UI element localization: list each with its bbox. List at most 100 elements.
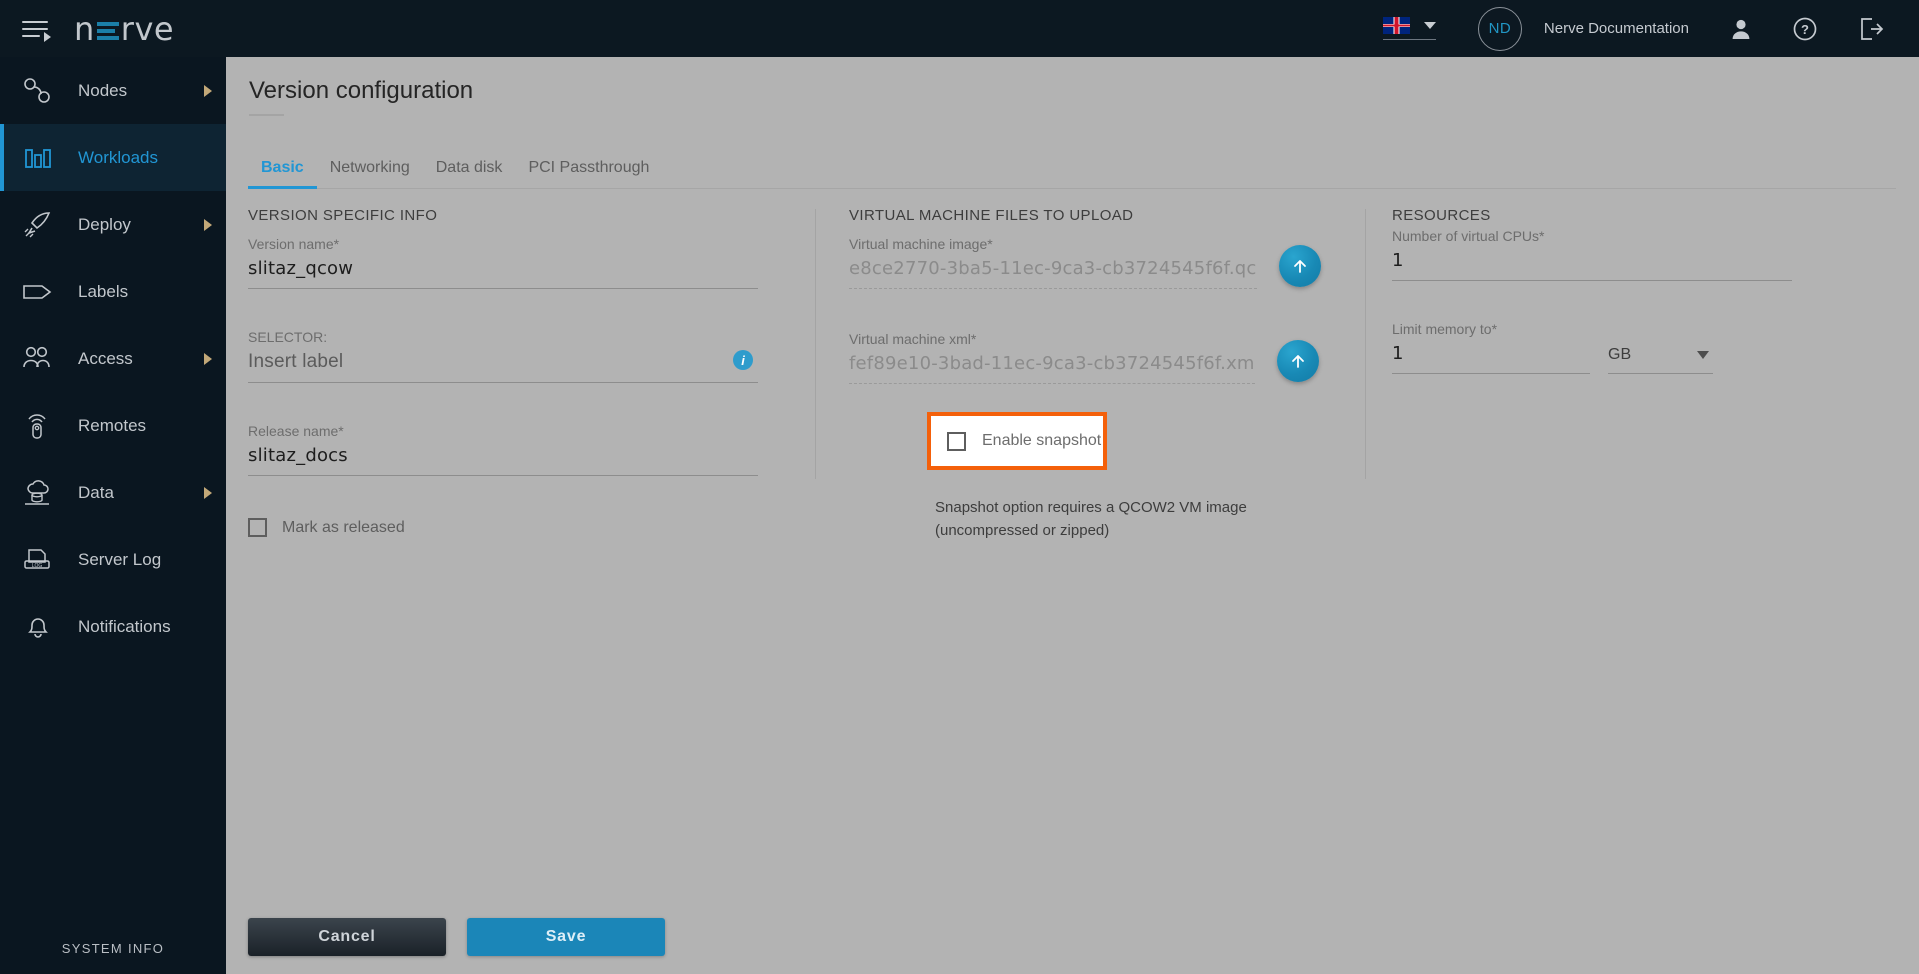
memory-field: Limit memory to* 1 GB [1392, 321, 1792, 374]
sidebar-item-nodes[interactable]: Nodes [0, 57, 226, 124]
sidebar-item-label: Deploy [78, 215, 131, 235]
sidebar-item-label: Server Log [78, 550, 161, 570]
menu-collapse-caret-icon [44, 32, 51, 42]
tab-basic[interactable]: Basic [248, 159, 317, 188]
sidebar-item-notifications[interactable]: Notifications [0, 593, 226, 660]
version-specific-info-section: VERSION SPECIFIC INFO Version name* slit… [248, 207, 758, 537]
vm-image-upload-row: Virtual machine image* e8ce2770-3ba5-11e… [849, 236, 1319, 289]
avatar-initials: ND [1489, 20, 1512, 37]
tab-pci-passthrough[interactable]: PCI Passthrough [515, 159, 662, 188]
sidebar-item-data[interactable]: Data [0, 459, 226, 526]
release-name-field: Release name* slitaz_docs [248, 423, 758, 476]
checkbox-box-icon [947, 432, 966, 451]
form-footer: Cancel Save [226, 904, 1919, 974]
enable-snapshot-label: Enable snapshot [982, 432, 1101, 450]
sidebar-item-remotes[interactable]: Remotes [0, 392, 226, 459]
uk-flag-icon [1383, 17, 1410, 34]
vm-image-field: Virtual machine image* e8ce2770-3ba5-11e… [849, 236, 1257, 289]
language-selector[interactable] [1383, 17, 1436, 40]
vcpu-input[interactable]: 1 [1392, 250, 1792, 281]
label-tag-icon [12, 278, 64, 306]
username-label: Nerve Documentation [1544, 20, 1689, 37]
person-icon[interactable] [1731, 18, 1751, 40]
page-title: Version configuration [249, 77, 473, 105]
chevron-right-icon [204, 85, 212, 97]
sidebar-item-label: Remotes [78, 416, 146, 436]
cancel-button[interactable]: Cancel [248, 918, 446, 956]
top-bar: n rve ND Nerve Documentation [0, 0, 1919, 57]
sidebar-item-label: Access [78, 349, 133, 369]
vm-xml-field: Virtual machine xml* fef89e10-3bad-11ec-… [849, 331, 1255, 384]
resources-section: RESOURCES Number of virtual CPUs* 1 Limi… [1392, 207, 1792, 414]
vm-xml-label: Virtual machine xml* [849, 331, 1255, 347]
tab-bar: Basic Networking Data disk PCI Passthrou… [248, 145, 1896, 189]
section-title: VIRTUAL MACHINE FILES TO UPLOAD [849, 207, 1319, 224]
release-name-input[interactable]: slitaz_docs [248, 445, 758, 476]
sidebar-item-label: Data [78, 483, 114, 503]
column-divider-1 [815, 209, 816, 479]
svg-text:?: ? [1801, 22, 1809, 37]
snapshot-note-line-2: (uncompressed or zipped) [935, 520, 1265, 543]
brand-e-glyph-icon [97, 22, 119, 40]
svg-text:LOG: LOG [32, 563, 43, 569]
chevron-right-icon [204, 487, 212, 499]
sidebar-item-label: Notifications [78, 617, 171, 637]
memory-unit-select[interactable]: GB [1608, 346, 1713, 374]
selector-label: SELECTOR: [248, 329, 758, 345]
upload-arrow-icon[interactable] [1277, 340, 1319, 382]
version-name-label: Version name* [248, 236, 758, 252]
sidebar-item-deploy[interactable]: Deploy [0, 191, 226, 258]
sidebar-item-server-log[interactable]: LOG Server Log [0, 526, 226, 593]
mark-as-released-checkbox[interactable]: Mark as released [248, 518, 758, 537]
vcpu-field: Number of virtual CPUs* 1 [1392, 228, 1792, 281]
page-title-underline [249, 114, 284, 116]
vm-image-input[interactable]: e8ce2770-3ba5-11ec-9ca3-cb3724545f6f.qc [849, 258, 1257, 289]
chevron-down-icon [1697, 351, 1709, 359]
version-name-input[interactable]: slitaz_qcow [248, 258, 758, 289]
vm-xml-upload-row: Virtual machine xml* fef89e10-3bad-11ec-… [849, 331, 1319, 384]
memory-input[interactable]: 1 [1392, 343, 1590, 374]
vcpu-label: Number of virtual CPUs* [1392, 228, 1792, 244]
sidebar-item-label: Workloads [78, 148, 158, 168]
memory-unit-value: GB [1608, 346, 1631, 363]
system-info-label[interactable]: SYSTEM INFO [0, 922, 226, 974]
question-mark-icon[interactable]: ? [1793, 17, 1817, 41]
hamburger-menu-icon[interactable] [22, 14, 56, 44]
save-button[interactable]: Save [467, 918, 665, 956]
brand-text-suffix: rve [121, 10, 174, 48]
nodes-icon [12, 77, 64, 105]
deploy-rocket-icon [12, 211, 64, 239]
selector-input[interactable]: Insert label [248, 351, 758, 383]
brand-text-prefix: n [74, 10, 95, 48]
selector-field: SELECTOR: Insert label i [248, 329, 758, 383]
tab-networking[interactable]: Networking [317, 159, 423, 188]
sidebar: Nodes Workloads Deploy [0, 57, 226, 974]
chevron-down-icon [1424, 22, 1436, 29]
logout-icon[interactable] [1859, 17, 1885, 41]
memory-label: Limit memory to* [1392, 321, 1792, 337]
upload-arrow-icon[interactable] [1279, 245, 1321, 287]
top-bar-right: ND Nerve Documentation ? [1383, 7, 1919, 51]
vm-files-upload-section: VIRTUAL MACHINE FILES TO UPLOAD Virtual … [849, 207, 1319, 384]
nerve-logo: n rve [74, 10, 174, 48]
sidebar-item-label: Labels [78, 282, 128, 302]
vm-xml-input[interactable]: fef89e10-3bad-11ec-9ca3-cb3724545f6f.xm [849, 353, 1255, 384]
info-icon[interactable]: i [733, 350, 753, 370]
printer-log-icon: LOG [12, 546, 64, 574]
sidebar-item-labels[interactable]: Labels [0, 258, 226, 325]
chevron-right-icon [204, 219, 212, 231]
app-root: n rve ND Nerve Documentation [0, 0, 1919, 974]
bell-icon [12, 613, 64, 641]
release-name-label: Release name* [248, 423, 758, 439]
main-content: Version configuration Basic Networking D… [226, 57, 1919, 974]
sidebar-item-label: Nodes [78, 81, 127, 101]
remote-control-icon [12, 412, 64, 440]
section-title: VERSION SPECIFIC INFO [248, 207, 758, 224]
tab-data-disk[interactable]: Data disk [423, 159, 516, 188]
sidebar-item-workloads[interactable]: Workloads [0, 124, 226, 191]
sidebar-item-access[interactable]: Access [0, 325, 226, 392]
avatar[interactable]: ND [1478, 7, 1522, 51]
column-divider-2 [1365, 209, 1366, 479]
users-icon [12, 345, 64, 373]
enable-snapshot-checkbox[interactable]: Enable snapshot [927, 412, 1107, 470]
